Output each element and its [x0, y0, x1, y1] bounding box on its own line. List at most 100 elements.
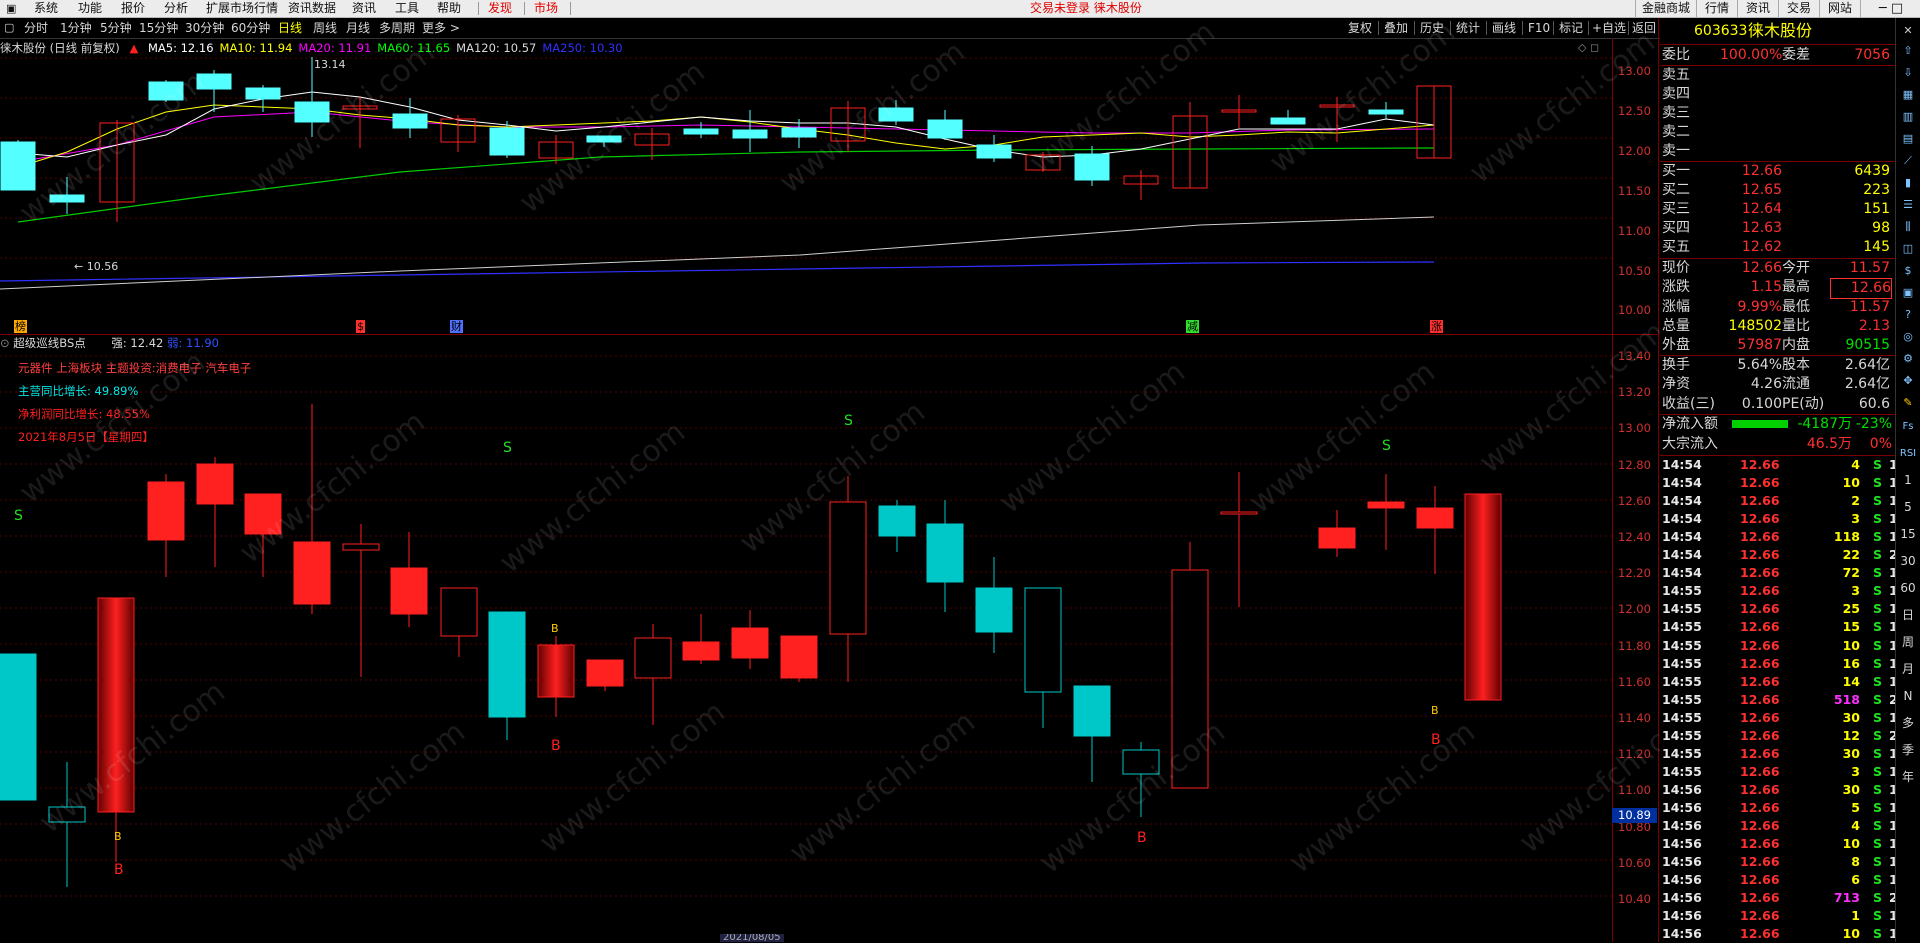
candle-icon[interactable]: ⫼	[1898, 218, 1918, 235]
window-controls[interactable]: ─ □	[1860, 0, 1920, 17]
gear-icon[interactable]: ⚙	[1898, 350, 1918, 367]
menu-help[interactable]: 帮助	[433, 0, 465, 17]
sidebar-period-11[interactable]: 多	[1898, 715, 1918, 732]
menu-analysis[interactable]: 分析	[160, 0, 192, 17]
adjust-button[interactable]: 复权	[1348, 18, 1372, 38]
list-icon[interactable]: ☰	[1898, 196, 1918, 213]
tab-period-1min[interactable]: 1分钟	[60, 18, 92, 38]
weicha-value: 7056	[1854, 47, 1890, 63]
sidebar-period-9[interactable]: 月	[1898, 661, 1918, 678]
menu-info[interactable]: 资讯	[348, 0, 380, 17]
bar-icon[interactable]: ▮	[1898, 174, 1918, 191]
close-icon[interactable]: ✕	[1898, 22, 1918, 39]
buy-row[interactable]: 买四 12.63 98	[1660, 219, 1895, 238]
event-marker[interactable]: 减	[1186, 320, 1199, 333]
sidebar-period-4[interactable]: 15	[1898, 526, 1918, 543]
sell-row: 卖二	[1662, 124, 1690, 140]
buy-row[interactable]: 买二 12.65 223	[1660, 181, 1895, 200]
split-icon[interactable]: ◫	[1898, 240, 1918, 257]
tick-row: 14:54 12.66 4 S 1	[1662, 457, 1898, 472]
dollar-icon[interactable]: $	[1898, 262, 1918, 279]
tab-discover[interactable]: 发现	[484, 0, 516, 17]
toolbar-handle-icon[interactable]: ▢	[4, 18, 14, 38]
trade-button[interactable]: 交易	[1778, 0, 1819, 17]
sidebar-period-6[interactable]: 60	[1898, 580, 1918, 597]
sidebar-period-8[interactable]: 周	[1898, 634, 1918, 651]
arrow-down-icon[interactable]: ⇩	[1898, 64, 1918, 81]
main-kline-chart[interactable]	[0, 57, 1612, 334]
circle-icon[interactable]: ◎	[1898, 328, 1918, 345]
indicator-chart[interactable]: S B B S B B S B S B B	[0, 352, 1612, 942]
menu-info-data[interactable]: 资讯数据	[284, 0, 340, 17]
overlay-button[interactable]: 叠加	[1384, 18, 1408, 38]
window-icon[interactable]: ▣	[1898, 284, 1918, 301]
news-button[interactable]: 资讯	[1737, 0, 1778, 17]
sidebar-period-2[interactable]: 1	[1898, 472, 1918, 489]
sidebar-period-12[interactable]: 季	[1898, 742, 1918, 759]
ma250-line	[0, 261, 1435, 282]
axis-tick-label: 12.50	[1618, 104, 1651, 118]
table-icon[interactable]: ▤	[1898, 130, 1918, 147]
axis-tick-label: 11.00	[1618, 224, 1651, 238]
tab-period-multi[interactable]: 多周期	[379, 18, 415, 38]
tab-period-5min[interactable]: 5分钟	[100, 18, 132, 38]
statistics-button[interactable]: 统计	[1456, 18, 1480, 38]
sell-signal: S	[14, 508, 23, 524]
add-watchlist-button[interactable]: +自选	[1592, 18, 1626, 38]
tick-row: 14:55 12.66 15 S 1	[1662, 619, 1898, 635]
tab-period-week[interactable]: 周线	[313, 18, 337, 38]
menu-system[interactable]: 系统	[30, 0, 62, 17]
candle-body	[731, 627, 769, 659]
financial-mall-button[interactable]: 金融商城	[1635, 0, 1696, 17]
help-icon[interactable]: ?	[1898, 306, 1918, 323]
indicator-note: 主营同比增长: 49.89%	[18, 384, 139, 398]
sidebar-period-0[interactable]: Fs	[1898, 418, 1918, 435]
menu-extended-market[interactable]: 扩展市场行情	[202, 0, 282, 17]
buy-row[interactable]: 买一 12.66 6439	[1660, 162, 1895, 181]
tab-period-15min[interactable]: 15分钟	[139, 18, 178, 38]
crosshair-icon[interactable]: ✥	[1898, 372, 1918, 389]
history-button[interactable]: 历史	[1420, 18, 1444, 38]
tab-period-60min[interactable]: 60分钟	[231, 18, 270, 38]
grid-icon[interactable]: ▦	[1898, 86, 1918, 103]
buy-row[interactable]: 买五 12.62 145	[1660, 238, 1895, 257]
stat-row: 涨跌 1.15 最高 12.66	[1660, 278, 1895, 300]
tab-period-day[interactable]: 日线	[278, 18, 302, 38]
buy-row[interactable]: 买三 12.64 151	[1660, 200, 1895, 219]
mark-button[interactable]: 标记	[1559, 18, 1583, 38]
sidebar-period-7[interactable]: 日	[1898, 607, 1918, 624]
sidebar-period-1[interactable]: RSI	[1898, 445, 1918, 462]
indicator-settings-icon[interactable]: ⊙	[0, 336, 10, 350]
event-marker[interactable]: 财	[450, 320, 463, 333]
arrow-up-icon[interactable]: ⇧	[1898, 42, 1918, 59]
tab-period-time[interactable]: 分时	[24, 18, 48, 38]
menu-quote[interactable]: 报价	[117, 0, 149, 17]
candle-body	[586, 135, 622, 143]
tab-period-30min[interactable]: 30分钟	[185, 18, 224, 38]
website-button[interactable]: 网站	[1819, 0, 1860, 17]
menu-function[interactable]: 功能	[74, 0, 106, 17]
event-marker[interactable]: 榜	[14, 320, 27, 333]
tab-market[interactable]: 市场	[530, 0, 562, 17]
tab-period-month[interactable]: 月线	[346, 18, 370, 38]
menu-tools[interactable]: 工具	[391, 0, 423, 17]
candle-body	[586, 659, 624, 687]
app-icon[interactable]: ▣	[2, 0, 20, 17]
f10-button[interactable]: F10	[1528, 18, 1550, 38]
chart-icon[interactable]: ▥	[1898, 108, 1918, 125]
chart-options-icon[interactable]: ◇ ◻	[1578, 41, 1599, 54]
ma-label: MA10: 11.94	[219, 41, 293, 55]
event-marker[interactable]: 涨	[1430, 320, 1443, 333]
sidebar-period-3[interactable]: 5	[1898, 499, 1918, 516]
pencil-icon[interactable]: ✎	[1898, 394, 1918, 411]
draw-line-button[interactable]: 画线	[1492, 18, 1516, 38]
sidebar-period-13[interactable]: 年	[1898, 769, 1918, 786]
trend-icon[interactable]: ⟋	[1898, 152, 1918, 169]
market-button[interactable]: 行情	[1696, 0, 1737, 17]
sidebar-period-10[interactable]: N	[1898, 688, 1918, 705]
event-marker[interactable]: $	[356, 320, 365, 333]
candle-body	[634, 637, 672, 679]
back-button[interactable]: 返回	[1632, 18, 1656, 38]
tab-period-more[interactable]: 更多 >	[422, 18, 460, 38]
sidebar-period-5[interactable]: 30	[1898, 553, 1918, 570]
